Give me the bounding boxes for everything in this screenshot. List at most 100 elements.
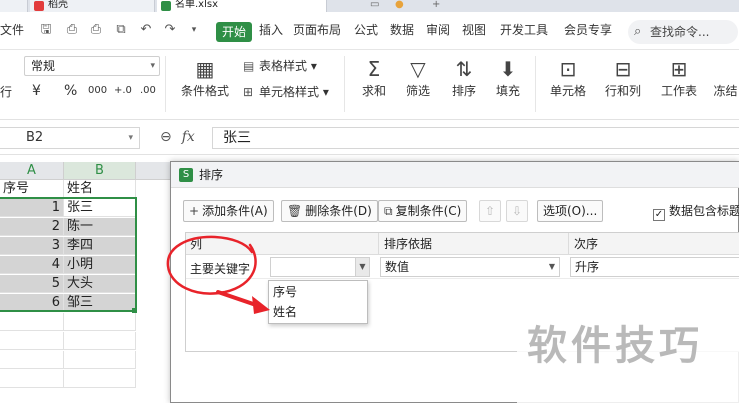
menu-data[interactable]: 数据 [390, 22, 414, 38]
menu-developer[interactable]: 开发工具 [500, 22, 548, 38]
column-header-a[interactable]: A [0, 162, 64, 180]
chevron-down-icon[interactable]: ▼ [355, 258, 369, 276]
menu-page-layout[interactable]: 页面布局 [293, 22, 341, 38]
column-header-c[interactable] [136, 162, 172, 180]
dialog-title: 排序 [199, 168, 224, 182]
delete-condition-button[interactable]: 🗑 删除条件(D) [281, 200, 378, 222]
fill-button[interactable]: ⬇ 填充 [488, 56, 528, 99]
fill-handle[interactable] [132, 308, 137, 313]
ribbon-toolbar: 行 常规 ▾ ¥ % 000 +.0 .00 ▦ 条件格式 ▤ 表格样式 ▾ ⊞ 单… [0, 50, 739, 120]
redo-icon[interactable]: ↷ [162, 22, 178, 38]
header-checkbox[interactable]: ✓ 数据包含标题 [653, 204, 739, 221]
cell-empty[interactable] [0, 351, 64, 369]
menu-insert[interactable]: 插入 [259, 22, 283, 38]
percent-button[interactable]: % [64, 82, 77, 100]
print-icon[interactable]: ⎙ [88, 22, 104, 38]
decimal-increase-button[interactable]: +.0 [114, 82, 132, 100]
sum-button[interactable]: Σ 求和 [354, 56, 394, 99]
move-up-button[interactable]: ⇧ [479, 200, 501, 222]
chevron-down-icon[interactable]: ▼ [545, 258, 559, 276]
order-select[interactable]: 升序 [570, 257, 739, 277]
cell-empty[interactable] [0, 313, 64, 331]
header-checkbox-label: 数据包含标题 [669, 204, 739, 218]
sheet-logo-icon [161, 1, 171, 11]
thousands-button[interactable]: 000 [88, 82, 107, 100]
cell-empty[interactable] [0, 332, 64, 350]
number-format-select[interactable]: 常规 ▾ [24, 56, 160, 76]
left-edge-label[interactable]: 行 [0, 84, 12, 100]
conditional-format-button[interactable]: ▦ 条件格式 [176, 56, 234, 99]
menu-review[interactable]: 审阅 [426, 22, 450, 38]
sum-label: 求和 [361, 84, 386, 98]
options-button[interactable]: 选项(O)... [537, 200, 604, 222]
column-header-b[interactable]: B [64, 162, 136, 180]
search-icon: ⌕ [634, 24, 642, 39]
col-header-column: 列 [190, 237, 203, 251]
name-box[interactable]: B2 ▾ [0, 127, 140, 149]
cell-button[interactable]: ⊡ 单元格 [543, 56, 593, 99]
formula-input[interactable]: 张三 [212, 127, 739, 149]
sort-button[interactable]: ⇅ 排序 [444, 56, 484, 99]
export-icon[interactable]: ⎙ [64, 22, 80, 38]
column-divider [378, 233, 379, 255]
monitor-icon[interactable]: ▭ [370, 0, 379, 12]
selection-border [0, 197, 137, 312]
command-search[interactable]: ⌕ 查找命令... [628, 20, 738, 44]
tab-stub[interactable] [0, 0, 28, 12]
cell-empty[interactable] [64, 370, 136, 388]
cell-empty[interactable] [0, 370, 64, 388]
freeze-label: 冻结 [713, 84, 738, 98]
sheet-logo-icon: S [179, 168, 193, 182]
sort-table-header: 列 排序依据 次序 [186, 233, 739, 255]
undo-icon[interactable]: ↶ [138, 22, 154, 38]
toolbar-divider [165, 56, 166, 112]
cell-empty[interactable] [64, 351, 136, 369]
toolbar-divider [344, 56, 345, 112]
save-icon[interactable]: 🖫 [38, 22, 54, 38]
preview-icon[interactable]: ⧉ [113, 22, 129, 38]
tab-docer-label: 稻壳 [48, 0, 68, 10]
watermark-text: 软件技巧 [517, 310, 739, 403]
filter-button[interactable]: ▽ 筛选 [398, 56, 438, 99]
menu-file[interactable]: 文件 [0, 22, 24, 38]
cell-empty[interactable] [64, 332, 136, 350]
cell-style-button[interactable]: ⊞ 单元格样式 ▾ [243, 84, 329, 100]
dropdown-option-serial[interactable]: 序号 [269, 282, 367, 302]
tab-docer[interactable]: 稻壳 [30, 0, 155, 12]
basis-select[interactable]: 数值 ▼ [380, 257, 560, 277]
dialog-title-bar[interactable]: S 排序 [171, 162, 739, 188]
move-down-button[interactable]: ⇩ [506, 200, 528, 222]
cell-empty[interactable] [64, 313, 136, 331]
menu-start[interactable]: 开始 [216, 22, 252, 42]
zoom-icon[interactable]: ⊖ [160, 129, 172, 145]
table-style-label: 表格样式 [259, 59, 308, 73]
dropdown-option-name[interactable]: 姓名 [269, 302, 367, 322]
cell-a1[interactable]: 序号 [0, 180, 64, 198]
tab-workbook[interactable]: 名单.xlsx [157, 0, 327, 12]
row-col-button[interactable]: ⊟ 行和列 [598, 56, 648, 99]
formula-icons: ⊖ fx [160, 129, 195, 145]
freeze-button[interactable]: 冻结 [712, 56, 739, 99]
worksheet-button[interactable]: ⊞ 工作表 [654, 56, 704, 99]
fx-icon[interactable]: fx [182, 129, 195, 145]
docer-logo-icon [34, 1, 44, 11]
column-select[interactable]: ▼ [270, 257, 370, 277]
worksheet-icon: ⊞ [670, 57, 688, 81]
table-style-button[interactable]: ▤ 表格样式 ▾ [243, 58, 317, 74]
trash-icon: 🗑 [287, 204, 303, 218]
add-condition-button[interactable]: + 添加条件(A) [183, 200, 274, 222]
menu-member[interactable]: 会员专享 [564, 22, 612, 38]
sigma-icon: Σ [367, 57, 381, 81]
menu-view[interactable]: 视图 [462, 22, 486, 38]
menu-formula[interactable]: 公式 [354, 22, 378, 38]
quick-more-icon[interactable]: ▾ [186, 22, 202, 38]
new-tab-button[interactable]: + [432, 0, 440, 12]
copy-condition-button[interactable]: ⧉ 复制条件(C) [378, 200, 468, 222]
currency-button[interactable]: ¥ [32, 82, 41, 100]
copy-condition-label: 复制条件(C) [395, 204, 462, 218]
chevron-down-icon: ▾ [150, 61, 155, 71]
dot-icon: ● [395, 0, 404, 10]
cell-b1[interactable]: 姓名 [64, 180, 136, 198]
sort-condition-row: 主要关键字 ▼ 数值 ▼ 升序 [186, 255, 739, 279]
decimal-decrease-button[interactable]: .00 [140, 82, 156, 100]
